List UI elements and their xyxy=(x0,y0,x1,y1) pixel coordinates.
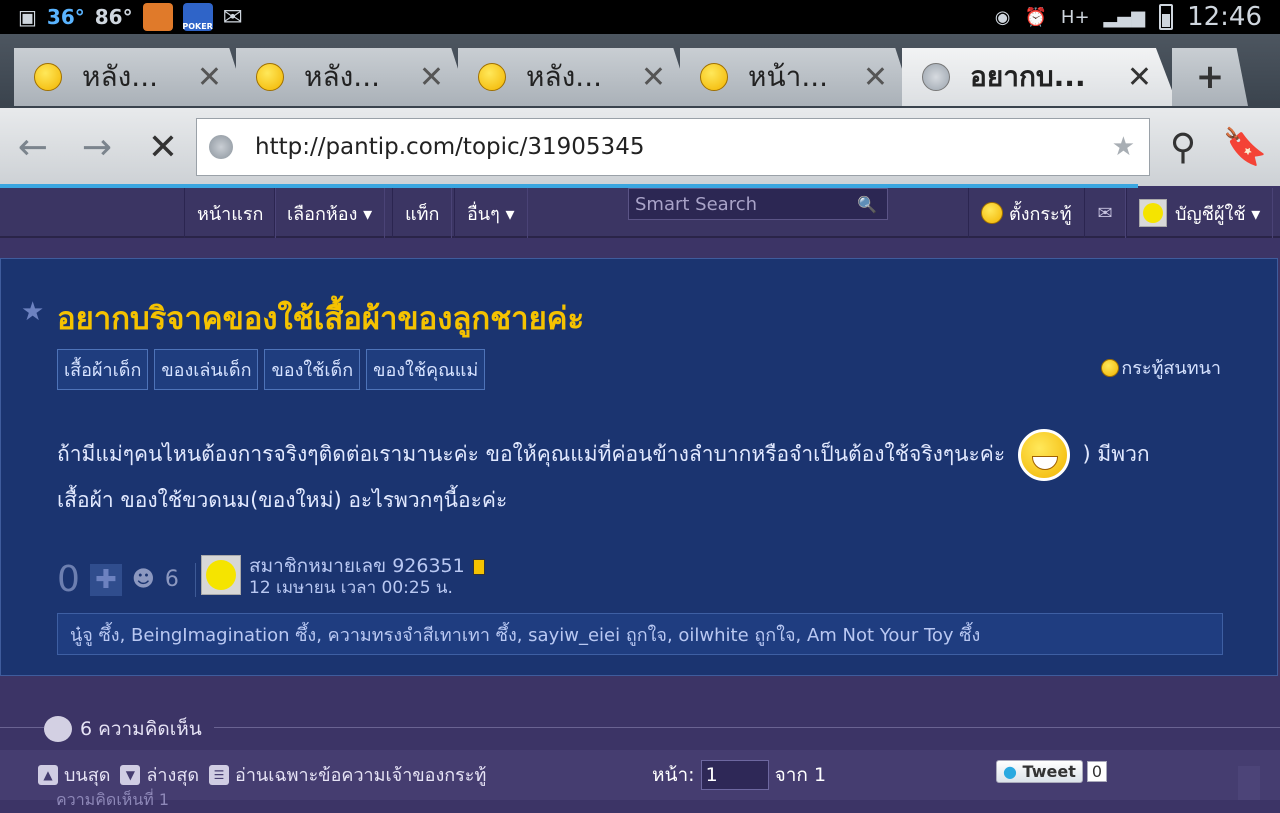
tag-link[interactable]: ของเล่นเด็ก xyxy=(154,349,259,390)
mail-icon: ✉ xyxy=(222,3,243,31)
tag-link[interactable]: ของใช้เด็ก xyxy=(264,349,361,390)
url-text: http://pantip.com/topic/31905345 xyxy=(255,134,645,160)
tab-title: อยากบ... xyxy=(970,60,1086,93)
vote-count: 0 xyxy=(57,559,80,600)
alarm-icon: ⏰ xyxy=(1024,6,1047,28)
search-icon[interactable]: 🔍 xyxy=(857,195,877,214)
smiley-emoticon-icon xyxy=(1017,429,1070,481)
tab-title: หน้า... xyxy=(748,60,829,93)
game-app-icon xyxy=(142,3,173,31)
close-tab-icon[interactable]: ✕ xyxy=(1127,60,1152,95)
eye-icon: ◉ xyxy=(994,6,1011,28)
battery-icon xyxy=(1159,4,1174,30)
poker-app-icon: POKER xyxy=(182,3,213,31)
owner-only-link[interactable]: อ่านเฉพาะข้อความเจ้าของกระทู้ xyxy=(235,760,486,789)
discussion-icon xyxy=(1101,358,1120,377)
nav-new-topic[interactable]: ตั้งกระทู้ xyxy=(968,188,1085,238)
browser-tab-bar: หลัง... ✕ หลัง... ✕ หลัง... ✕ หน้า... ✕ … xyxy=(0,34,1280,108)
twitter-bird-icon: ● xyxy=(1003,762,1017,781)
forward-arrow-icon[interactable]: → xyxy=(74,124,120,170)
temperature-f: 86° xyxy=(94,5,133,29)
signal-icon: ▂▄▆ xyxy=(1103,6,1146,28)
vote-area: 0 ✚ ☻ 6 xyxy=(57,559,196,600)
comments-header: 6 ความคิดเห็น xyxy=(44,714,214,744)
temperature-c: 36° xyxy=(46,5,85,29)
page-number-input[interactable]: 1 xyxy=(700,760,769,790)
tab-favicon-icon xyxy=(700,63,728,91)
author-name[interactable]: สมาชิกหมายเลข 926351 xyxy=(249,555,465,577)
topic-type: กระทู้สนทนา xyxy=(1101,353,1221,382)
back-arrow-icon[interactable]: ← xyxy=(10,124,56,170)
favorite-star-icon[interactable]: ★ xyxy=(21,297,44,327)
tag-link[interactable]: เสื้อผ้าเด็ก xyxy=(57,349,149,390)
jump-links: ▲ บนสุด ▼ ล่างสุด ☰ อ่านเฉพาะข้อความเจ้า… xyxy=(38,760,486,789)
author-info: สมาชิกหมายเลข 926351 12 เมษายน เวลา 00:2… xyxy=(201,555,485,599)
network-type: H+ xyxy=(1060,6,1090,28)
tab-favicon-icon xyxy=(256,63,284,91)
nav-choose-room[interactable]: เลือกห้อง ▾ xyxy=(274,188,386,238)
post-time: 12 เมษายน เวลา 00:25 น. xyxy=(249,578,453,598)
nav-other[interactable]: อื่นๆ ▾ xyxy=(454,188,528,238)
bookmarks-icon[interactable]: 🔖 xyxy=(1222,124,1268,170)
topic-title: อยากบริจาคของใช้เสื้อผ้าของลูกชายค่ะ xyxy=(57,301,585,337)
tab-favicon-icon xyxy=(478,63,506,91)
nav-home[interactable]: หน้าแรก xyxy=(184,188,277,238)
new-tab-button[interactable]: + xyxy=(1172,48,1248,106)
first-comment-peek: ความคิดเห็นที่ 1 xyxy=(56,790,170,809)
tab-title: หลัง... xyxy=(304,60,380,93)
owner-only-icon[interactable]: ☰ xyxy=(209,764,230,785)
tag-link[interactable]: ของใช้คุณแม่ xyxy=(366,349,486,390)
close-tab-icon[interactable]: ✕ xyxy=(197,60,222,95)
browser-tab[interactable]: หลัง... ✕ xyxy=(236,48,470,106)
nav-messages[interactable]: ✉ xyxy=(1084,188,1126,238)
status-bar: ▣ 36° 86° POKER ✉ ◉ ⏰ H+ ▂▄▆ 12:46 xyxy=(0,0,1280,34)
tweet-button[interactable]: ● Tweet xyxy=(996,760,1083,783)
search-icon[interactable]: ⚲ xyxy=(1160,124,1206,170)
pagination: หน้า: 1 จาก 1 xyxy=(652,760,826,790)
smart-search-input[interactable]: Smart Search 🔍 xyxy=(628,188,888,220)
gallery-icon: ▣ xyxy=(18,5,37,29)
tweet-widget: ● Tweet 0 xyxy=(996,760,1108,783)
close-tab-icon[interactable]: ✕ xyxy=(863,60,888,95)
avatar xyxy=(1139,199,1167,227)
tweet-count: 0 xyxy=(1086,761,1108,782)
bookmark-star-icon[interactable]: ★ xyxy=(1112,132,1135,162)
tab-favicon-icon xyxy=(34,63,62,91)
mobile-icon xyxy=(472,558,485,575)
close-tab-icon[interactable]: ✕ xyxy=(419,60,444,95)
author-avatar[interactable] xyxy=(201,555,241,595)
nav-account[interactable]: บัญชีผู้ใช้ ▾ xyxy=(1126,188,1274,238)
browser-tab-active[interactable]: อยากบ... ✕ xyxy=(902,48,1178,106)
plus-vote-button[interactable]: ✚ xyxy=(89,563,122,596)
emotion-count: 6 xyxy=(164,567,179,592)
topic-tags: เสื้อผ้าเด็ก ของเล่นเด็ก ของใช้เด็ก ของใ… xyxy=(57,349,486,390)
up-arrow-icon[interactable]: ▲ xyxy=(38,764,58,785)
close-tab-icon[interactable]: ✕ xyxy=(641,60,666,95)
browser-tab[interactable]: หลัง... ✕ xyxy=(458,48,692,106)
tab-title: หลัง... xyxy=(82,60,158,93)
tab-favicon-icon xyxy=(922,63,950,91)
browser-tab[interactable]: หน้า... ✕ xyxy=(680,48,914,106)
jump-bottom-link[interactable]: ล่างสุด xyxy=(146,760,199,789)
topic-panel: ★ อยากบริจาคของใช้เสื้อผ้าของลูกชายค่ะ เ… xyxy=(0,258,1278,676)
stop-loading-icon[interactable]: ✕ xyxy=(140,124,186,170)
mail-icon: ✉ xyxy=(1097,202,1113,224)
comment-bubble-icon xyxy=(44,716,72,742)
browser-tab[interactable]: หลัง... ✕ xyxy=(14,48,248,106)
tab-title: หลัง... xyxy=(526,60,602,93)
address-bar[interactable]: http://pantip.com/topic/31905345 ★ xyxy=(196,118,1150,176)
topic-body: ถ้ามีแม่ๆคนไหนต้องการจริงๆติดต่อเรามานะค… xyxy=(57,429,1217,519)
new-topic-icon xyxy=(981,202,1003,224)
clock: 12:46 xyxy=(1187,2,1262,32)
comment-count: 6 ความคิดเห็น xyxy=(80,718,202,740)
nav-tags[interactable]: แท็ก xyxy=(392,188,453,238)
scrollbar[interactable] xyxy=(1238,766,1260,800)
down-arrow-icon[interactable]: ▼ xyxy=(120,764,141,785)
page-total: จาก 1 xyxy=(774,764,827,786)
page-label: หน้า: xyxy=(652,764,695,786)
globe-icon xyxy=(209,135,233,159)
jump-top-link[interactable]: บนสุด xyxy=(64,760,110,789)
reactions-bar: นู๋จู ซึ้ง, BeingImagination ซึ้ง, ความท… xyxy=(57,613,1223,655)
emotion-icon[interactable]: ☻ xyxy=(132,567,155,592)
